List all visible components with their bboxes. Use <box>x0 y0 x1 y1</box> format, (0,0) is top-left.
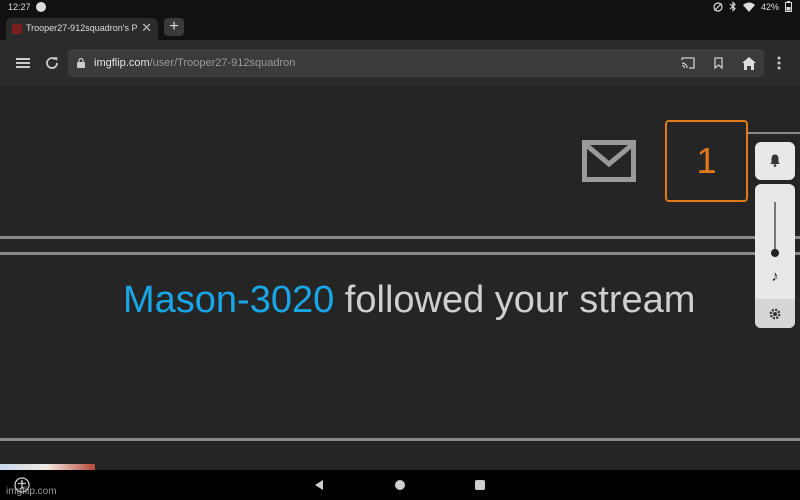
url-domain: imgflip.com <box>94 57 150 69</box>
notification-count-box[interactable]: 1 <box>665 120 748 202</box>
battery-icon <box>785 1 792 12</box>
home-icon[interactable] <box>740 54 758 72</box>
divider <box>748 132 800 134</box>
notification-message[interactable]: Mason-3020 followed your stream <box>123 279 695 322</box>
page-content: 1 Mason-3020 followed your stream <box>0 86 800 470</box>
cast-icon[interactable] <box>680 55 696 71</box>
dnd-off-icon <box>713 1 723 12</box>
bluetooth-icon <box>729 1 736 12</box>
divider <box>0 236 800 239</box>
more-options-icon[interactable] <box>770 54 788 72</box>
wifi-icon <box>742 2 755 12</box>
tab-title: Trooper27-912squadron's Pr <box>26 23 138 33</box>
gear-icon <box>769 308 781 319</box>
battery-percent: 42% <box>760 1 779 12</box>
music-note-icon: ♪ <box>771 268 779 285</box>
volume-slider-track[interactable] <box>774 202 776 252</box>
status-time: 12:27 <box>8 2 31 12</box>
status-bar: 12:27 42% <box>0 0 800 14</box>
notification-count: 1 <box>696 140 717 181</box>
volume-slider-knob[interactable] <box>771 249 779 257</box>
bookmark-icon[interactable] <box>710 55 726 71</box>
volume-panel: ♪ <box>755 184 795 328</box>
browser-toolbar: imgflip.com/user/Trooper27-912squadron <box>0 40 800 86</box>
new-tab-button[interactable]: + <box>164 18 184 36</box>
navigation-bar <box>0 470 800 500</box>
menu-icon[interactable] <box>14 54 32 72</box>
back-icon[interactable] <box>314 479 324 491</box>
url-path: /user/Trooper27-912squadron <box>149 57 296 69</box>
ringer-mode-button[interactable] <box>755 142 795 180</box>
notification-text: followed your stream <box>334 279 696 321</box>
bell-icon <box>770 154 780 167</box>
follower-username[interactable]: Mason-3020 <box>123 279 334 321</box>
browser-tab[interactable]: Trooper27-912squadron's Pr ✕ <box>6 18 158 40</box>
reload-icon[interactable] <box>43 54 61 72</box>
favicon-icon <box>12 24 22 34</box>
volume-settings-button[interactable] <box>755 299 795 328</box>
mail-icon[interactable] <box>582 140 636 182</box>
tab-strip: Trooper27-912squadron's Pr ✕ + <box>0 14 800 40</box>
divider <box>0 438 800 441</box>
status-icons: 42% <box>713 1 792 12</box>
close-tab-icon[interactable]: ✕ <box>141 20 152 36</box>
divider <box>0 252 800 255</box>
recents-button[interactable] <box>475 480 485 490</box>
url-text: imgflip.com/user/Trooper27-912squadron <box>94 57 295 69</box>
watermark: imgflip.com <box>6 486 57 497</box>
lock-icon <box>77 58 85 68</box>
notification-dot-icon <box>36 2 46 12</box>
home-nav-button[interactable] <box>395 480 405 490</box>
address-bar[interactable]: imgflip.com/user/Trooper27-912squadron <box>68 49 764 77</box>
